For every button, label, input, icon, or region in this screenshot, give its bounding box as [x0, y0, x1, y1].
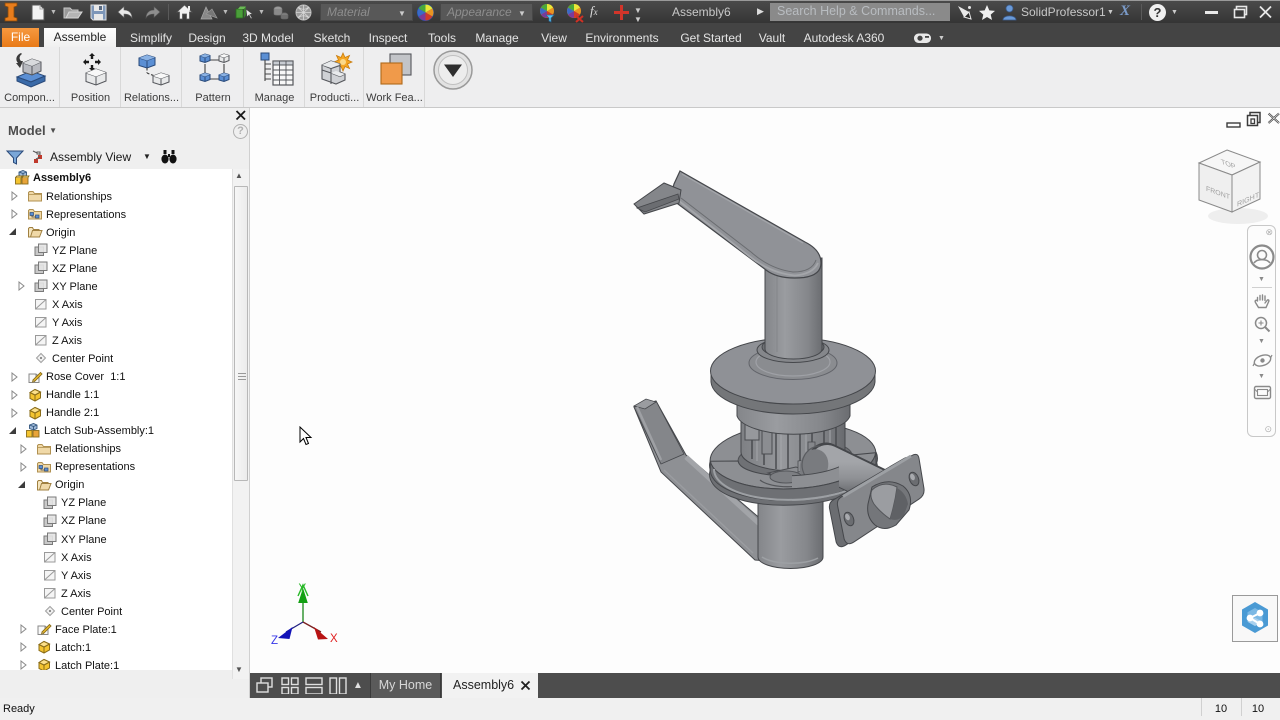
svg-text:X: X — [330, 633, 338, 645]
svg-text:Y: Y — [299, 583, 307, 595]
svg-text:?: ? — [1154, 5, 1162, 20]
svg-text:Z: Z — [271, 635, 278, 647]
